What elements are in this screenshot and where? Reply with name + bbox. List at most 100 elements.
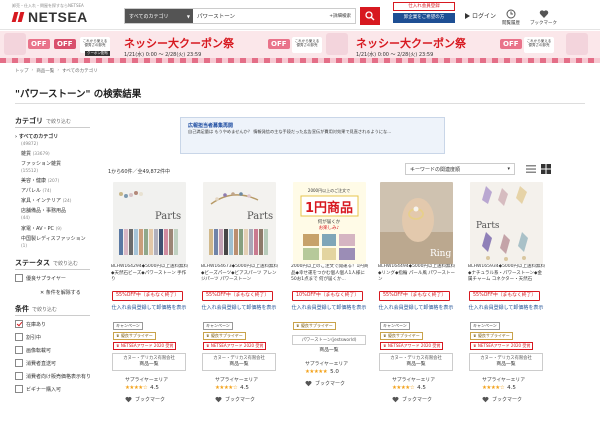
condition-checkbox[interactable]: 消費者向け販売価格表示有り [15, 372, 91, 380]
member-price-link[interactable]: 仕入れ会員登録して卸価格を表示 [111, 305, 187, 312]
condition-checkbox[interactable]: 画像転載可 [15, 346, 51, 354]
product-name[interactable]: 2000円以上のご注文で開運る！1円商品◆幸せ運をつかむ個人個人1人様に50お1… [291, 264, 369, 290]
product-card[interactable]: Ring BLHW164494◆5000円以上送料無料◆リング◆指輪 パール風 … [376, 180, 456, 429]
shop-products-button[interactable]: 商品一覧 [113, 362, 185, 368]
condition-checkbox[interactable]: 割引中 [15, 333, 41, 341]
category-item[interactable]: 店舗備品・事務用品 [21, 207, 66, 214]
search-button[interactable] [360, 7, 380, 25]
category-item[interactable]: 雑貨 (33679) [21, 150, 50, 157]
breadcrumb-top[interactable]: トップ [15, 68, 29, 74]
member-register-button[interactable]: 仕入れ会員登録 [393, 2, 455, 11]
svg-text:1円商品: 1円商品 [305, 200, 353, 216]
category-item[interactable]: 家具・インテリア (24) [21, 197, 71, 204]
breadcrumb-products[interactable]: 商品一覧 [36, 68, 54, 74]
gift-decoration-icon [4, 33, 26, 55]
bookmark-button[interactable]: ブックマーク [392, 396, 432, 403]
coupon-banner[interactable]: OFF OFF これから使える優秀さの卸売 クーポン配布 ネッシー大クーポン祭 … [0, 31, 600, 63]
condition-checkbox[interactable]: ビギナー購入可 [15, 385, 61, 393]
netsea-logo[interactable]: NETSEA [12, 9, 88, 25]
product-image[interactable]: Parts [203, 182, 276, 264]
supplier-area: サプライヤーエリア [215, 378, 259, 383]
login-link[interactable]: ログイン [465, 11, 496, 20]
heart-icon [125, 396, 132, 403]
checkbox[interactable] [15, 385, 23, 393]
checkbox[interactable] [15, 372, 23, 380]
member-price-link[interactable]: 仕入れ会員登録して卸価格を表示 [468, 305, 544, 312]
shop-box[interactable]: カヌー・デリカス有限会社 商品一覧 [202, 353, 276, 371]
coupon-date: 1/21(水) 0:00 ～ 2/28(火) 23:59 [124, 52, 202, 58]
product-image[interactable]: Parts [470, 182, 543, 264]
product-card[interactable]: Parts BLHW164673◆5000円以上送料無料◆ビーズパーツ◆ビアスパ… [199, 180, 279, 429]
rating: ★★★★☆ 4.5 [482, 385, 516, 391]
preferred-supplier-checkbox[interactable]: 優良サプライヤー [15, 274, 66, 282]
search-input[interactable] [193, 9, 326, 23]
checkbox-checked[interactable] [15, 320, 23, 328]
heart-icon [305, 380, 312, 387]
sort-select[interactable]: キーワードの関連度順 ▾ [405, 163, 515, 175]
shop-box[interactable]: カヌー・デリカス有限会社 商品一覧 [379, 353, 453, 371]
rating-value: 4.5 [507, 385, 516, 391]
product-card[interactable]: Parts BLHW165934◆5000円以上送料無料◆ナチュラル系・パワース… [466, 180, 546, 429]
shop-box[interactable]: カヌー・デリカス有限会社 商品一覧 [469, 353, 543, 371]
product-image[interactable]: 2000円以上のご注文で 1円商品 何が届くか お楽しみ♪ [293, 182, 366, 264]
shop-box[interactable]: カヌー・デリカス有限会社 商品一覧 [112, 353, 186, 371]
award-tag: ♛ NETSEAアワード 2020 受賞 [203, 342, 267, 350]
banner-tag-foot: クーポン配布 [85, 51, 110, 56]
category-item[interactable]: 中国製レディスファッション [21, 235, 86, 242]
shop-products-button[interactable]: 商品一覧 [203, 362, 275, 368]
search-bar: すべてのカテゴリ ▼ +詳細検索 [124, 8, 356, 24]
shop-products-button[interactable]: 商品一覧 [292, 348, 366, 354]
category-all[interactable]: › すべてのカテゴリ [15, 133, 58, 140]
member-price-link[interactable]: 仕入れ会員登録して卸価格を表示 [201, 305, 277, 312]
advanced-search-link[interactable]: +詳細検索 [325, 9, 355, 23]
product-image[interactable]: Parts [113, 182, 186, 264]
sale-badge: 55%OFF中（まもなく終了） [112, 291, 184, 301]
star-rating-icon: ★★★★★ [305, 369, 328, 375]
shop-box[interactable]: パワーストーン(jestsworld) [292, 335, 366, 345]
product-name[interactable]: BLHW164673◆5000円以上送料無料◆ビーズパーツ◆ビアスパーツ アレン… [201, 264, 279, 290]
grid-view-icon [541, 164, 551, 174]
rating: ★★★★★ 5.0 [305, 369, 339, 375]
history-link[interactable]: 閲覧履歴 [502, 9, 520, 26]
category-item[interactable]: 美容・健康 (207) [21, 177, 59, 184]
category-item[interactable]: ファッション雑貨 [21, 160, 61, 167]
shop-products-box[interactable]: 商品一覧 [292, 346, 366, 356]
checkbox[interactable] [15, 346, 23, 354]
rating: ★★★★☆ 4.5 [392, 385, 426, 391]
category-all-count: (49872) [21, 142, 39, 147]
supplier-register-button[interactable]: 卸企業をご希望の方 [393, 13, 455, 23]
list-view-button[interactable] [525, 163, 537, 175]
product-name[interactable]: BLHW164294◆5000円以上送料無料◆天然石ビーズ◆パワーストーン 手作… [111, 264, 189, 290]
member-price-link[interactable]: 仕入れ会員登録して卸価格を表示 [291, 305, 367, 312]
checkbox[interactable] [15, 333, 23, 341]
condition-checkbox[interactable]: 在庫あり [15, 320, 46, 328]
product-image[interactable]: Ring [380, 182, 453, 264]
register-box: 仕入れ会員登録 卸企業をご希望の方 [393, 2, 455, 23]
grid-view-button[interactable] [540, 163, 552, 175]
product-card[interactable]: 2000円以上のご注文で 1円商品 何が届くか お楽しみ♪ 2000円以上のご注… [289, 180, 369, 429]
bookmark-button[interactable]: ブックマーク [305, 380, 345, 387]
shop-products-button[interactable]: 商品一覧 [470, 362, 542, 368]
product-card[interactable]: Parts BLHW164294◆5000円以上送料無料◆天然石ビーズ◆パワース… [109, 180, 189, 429]
member-price-link[interactable]: 仕入れ会員登録して卸価格を表示 [378, 305, 454, 312]
condition-checkbox[interactable]: 消費者直送可 [15, 359, 56, 367]
product-name[interactable]: BLHW164494◆5000円以上送料無料◆リング◆指輪 パール風 パワースト… [378, 264, 456, 290]
banner-tag: これから使える優秀さの卸売 [292, 37, 322, 53]
ad-title: 広報担当者募集再開 [188, 123, 234, 129]
shop-products-button[interactable]: 商品一覧 [380, 362, 452, 368]
bookmark-header-link[interactable]: ブックマーク [530, 9, 557, 26]
checkbox[interactable] [15, 359, 23, 367]
ad-banner[interactable]: 広報担当者募集再開 自己満足量は もうやめませんか？ 情報発信の主な手段だった広… [180, 117, 445, 154]
product-name[interactable]: BLHW165934◆5000円以上送料無料◆ナチュラル系・パワーストーン◆金属… [468, 264, 546, 290]
preferred-supplier-tag: ♛ 優良サプライヤー [203, 332, 246, 340]
search-category-select[interactable]: すべてのカテゴリ ▼ [125, 9, 193, 23]
clear-conditions-link[interactable]: ✕ 条件を解除する [40, 289, 81, 296]
category-item[interactable]: 家電・AV・PC (9) [21, 225, 62, 232]
conditions-filter-heading: 条件 で絞り込む [15, 305, 58, 313]
bookmark-button[interactable]: ブックマーク [482, 396, 522, 403]
bookmark-button[interactable]: ブックマーク [215, 396, 255, 403]
star-rating-icon: ★★★★☆ [482, 385, 505, 391]
bookmark-button[interactable]: ブックマーク [125, 396, 165, 403]
checkbox[interactable] [15, 274, 23, 282]
category-item[interactable]: アパレル (74) [21, 187, 51, 194]
